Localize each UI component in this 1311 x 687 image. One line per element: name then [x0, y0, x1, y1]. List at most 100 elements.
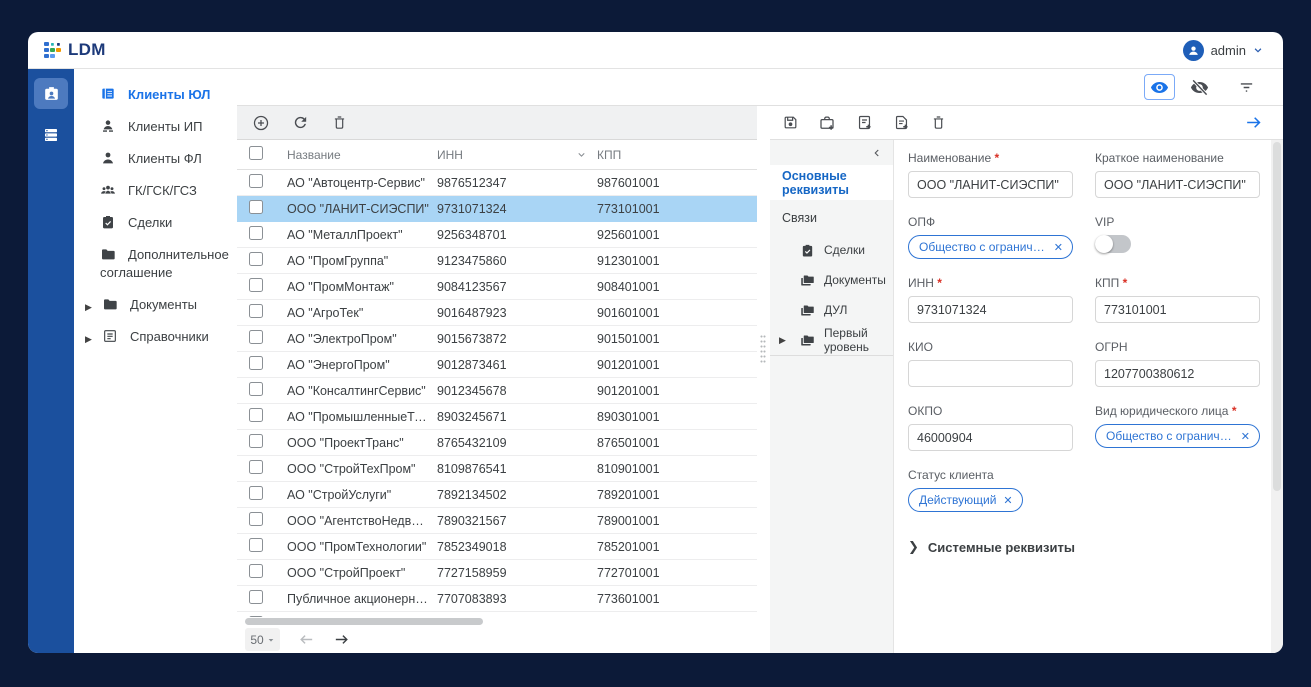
tab-main-requisites[interactable]: Основные реквизиты	[770, 165, 893, 200]
expand-arrow-icon[interactable]: ▶	[779, 335, 786, 346]
sidebar-item-documents[interactable]: ▶ Документы	[74, 289, 237, 321]
relation-link-deals[interactable]: Сделки	[770, 235, 893, 265]
sidebar-item-additional-agreement[interactable]: Дополнительное соглашение	[74, 239, 237, 289]
chevron-left-icon	[871, 147, 883, 159]
column-header-inn[interactable]: ИНН	[437, 148, 597, 162]
row-checkbox[interactable]	[249, 330, 263, 344]
table-row[interactable]: ООО "ЛАНИТ-СИЭСПИ"9731071324773101001	[237, 196, 757, 222]
row-checkbox[interactable]	[249, 434, 263, 448]
relation-link-documents[interactable]: Документы	[770, 265, 893, 295]
table-row[interactable]: АО "МеталлПроект"9256348701925601001	[237, 222, 757, 248]
relation-link-first-level[interactable]: ▶ Первый уровень	[770, 325, 893, 355]
vip-toggle[interactable]	[1095, 235, 1131, 253]
table-row[interactable]: ООО "СтройПроект"7727158959772701001	[237, 560, 757, 586]
row-checkbox[interactable]	[249, 200, 263, 214]
brand-name: LDM	[68, 40, 106, 60]
collapse-tabs-button[interactable]	[770, 140, 893, 165]
table-row[interactable]: Публичное акционерное обще...77070838937…	[237, 586, 757, 612]
chip-remove-icon[interactable]: ✕	[1003, 494, 1012, 507]
open-full-card-button[interactable]	[1243, 113, 1263, 133]
page-size-select[interactable]: 50	[245, 628, 280, 651]
row-checkbox[interactable]	[249, 486, 263, 500]
okpo-input[interactable]: 46000904	[908, 424, 1073, 451]
refresh-button[interactable]	[290, 113, 310, 133]
row-checkbox[interactable]	[249, 460, 263, 474]
table-row[interactable]: ООО "СтройТехПром"8109876541810901001	[237, 456, 757, 482]
kio-input[interactable]	[908, 360, 1073, 387]
save-button[interactable]	[780, 113, 800, 133]
opf-chip[interactable]: Общество с ограниченной ... ✕	[908, 235, 1073, 259]
rail-clients-module-button[interactable]	[34, 78, 68, 109]
table-row[interactable]: АО "СтройУслуги"7892134502789201001	[237, 482, 757, 508]
sidebar-item-clients-fl[interactable]: Клиенты ФЛ	[74, 143, 237, 175]
delete-button[interactable]	[329, 113, 349, 133]
short-name-input[interactable]: ООО "ЛАНИТ-СИЭСПИ"	[1095, 171, 1260, 198]
ldm-logo-icon	[44, 42, 61, 59]
user-menu[interactable]: admin	[1183, 40, 1263, 61]
row-checkbox[interactable]	[249, 304, 263, 318]
column-header-kpp[interactable]: КПП	[597, 148, 757, 162]
table-row[interactable]: ООО "ПромТехнологии"7852349018785201001	[237, 534, 757, 560]
add-document-button[interactable]	[854, 113, 874, 133]
add-record-document-button[interactable]	[891, 113, 911, 133]
row-checkbox[interactable]	[249, 174, 263, 188]
sidebar-item-directories[interactable]: ▶ Справочники	[74, 321, 237, 353]
row-checkbox[interactable]	[249, 512, 263, 526]
row-checkbox[interactable]	[249, 356, 263, 370]
table-row[interactable]: ООО "АгентствоНедвижимости"7890321567789…	[237, 508, 757, 534]
row-checkbox[interactable]	[249, 538, 263, 552]
show-panel-button[interactable]	[1144, 74, 1175, 100]
relation-link-dul[interactable]: ДУЛ	[770, 295, 893, 325]
table-row[interactable]: АО "ЭлектроПром"9015673872901501001	[237, 326, 757, 352]
scrollbar-thumb[interactable]	[245, 618, 483, 625]
scrollbar-thumb[interactable]	[1273, 142, 1281, 491]
table-row[interactable]: ООО "ПроектТранс"8765432109876501001	[237, 430, 757, 456]
expand-arrow-icon[interactable]: ▶	[85, 330, 92, 348]
table-row[interactable]: АО "ПромГруппа"9123475860912301001	[237, 248, 757, 274]
row-checkbox[interactable]	[249, 382, 263, 396]
row-checkbox[interactable]	[249, 564, 263, 578]
select-all-checkbox[interactable]	[249, 146, 263, 160]
table-row[interactable]: АО "Автоцентр-Сервис"9876512347987601001	[237, 170, 757, 196]
status-chip[interactable]: Действующий ✕	[908, 488, 1023, 512]
sidebar-item-gk-gsk-gsz[interactable]: ГК/ГСК/ГСЗ	[74, 175, 237, 207]
row-checkbox[interactable]	[249, 408, 263, 422]
add-case-button[interactable]	[817, 113, 837, 133]
column-menu-chevron-icon[interactable]	[576, 149, 587, 160]
table-row[interactable]: АО "ПромМонтаж"9084123567908401001	[237, 274, 757, 300]
hide-panel-button[interactable]	[1185, 74, 1213, 100]
row-checkbox[interactable]	[249, 590, 263, 604]
column-header-name[interactable]: Название	[287, 148, 437, 162]
next-page-button[interactable]	[333, 631, 350, 648]
cell-inn: 9876512347	[437, 176, 597, 190]
splitter-grip[interactable]	[760, 334, 766, 364]
table-row[interactable]: АО "ЭнергоПром"9012873461901201001	[237, 352, 757, 378]
filter-button[interactable]	[1233, 74, 1259, 100]
rail-registry-module-button[interactable]	[34, 119, 68, 150]
chip-remove-icon[interactable]: ✕	[1054, 241, 1063, 254]
horizontal-scrollbar[interactable]	[237, 617, 757, 626]
row-checkbox[interactable]	[249, 252, 263, 266]
row-checkbox[interactable]	[249, 226, 263, 240]
chip-remove-icon[interactable]: ✕	[1241, 430, 1250, 443]
name-input[interactable]: ООО "ЛАНИТ-СИЭСПИ"	[908, 171, 1073, 198]
ogrn-input[interactable]: 1207700380612	[1095, 360, 1260, 387]
system-requisites-section[interactable]: ❯ Системные реквизиты	[908, 539, 1257, 555]
add-record-button[interactable]	[251, 113, 271, 133]
sidebar-item-clients-ip[interactable]: Клиенты ИП	[74, 111, 237, 143]
arrow-left-icon	[298, 631, 315, 648]
inn-input[interactable]: 9731071324	[908, 296, 1073, 323]
tab-relations[interactable]: Связи	[770, 200, 893, 235]
table-row[interactable]: АО "КонсалтингСервис"9012345678901201001	[237, 378, 757, 404]
legal-type-chip[interactable]: Общество с ограниченной ... ✕	[1095, 424, 1260, 448]
delete-client-button[interactable]	[928, 113, 948, 133]
vertical-scrollbar[interactable]	[1271, 140, 1283, 653]
row-checkbox[interactable]	[249, 278, 263, 292]
previous-page-button[interactable]	[298, 631, 315, 648]
sidebar-item-clients-ul[interactable]: Клиенты ЮЛ	[74, 79, 237, 111]
kpp-input[interactable]: 773101001	[1095, 296, 1260, 323]
table-row[interactable]: АО "ПромышленныеТехнолог...8903245671890…	[237, 404, 757, 430]
sidebar-item-deals[interactable]: Сделки	[74, 207, 237, 239]
table-row[interactable]: АО "АгроТек"9016487923901601001	[237, 300, 757, 326]
expand-arrow-icon[interactable]: ▶	[85, 298, 92, 316]
